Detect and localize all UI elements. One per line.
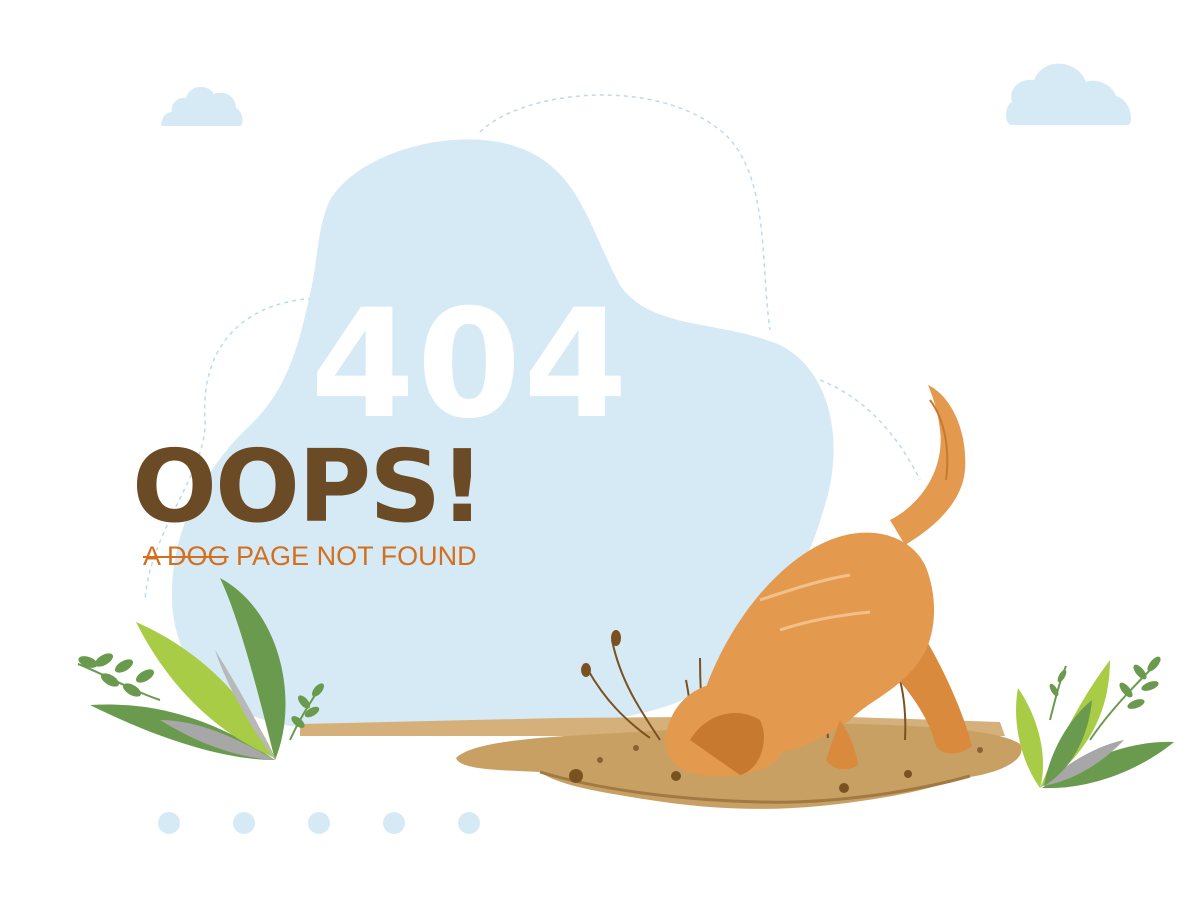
cloud-icon — [1006, 63, 1132, 125]
pagination-dot[interactable] — [233, 812, 255, 834]
message-text: PAGE NOT FOUND — [236, 541, 477, 571]
pagination-dot[interactable] — [458, 812, 480, 834]
dashed-outline-right — [819, 379, 921, 481]
cloud-icon — [161, 86, 243, 126]
error-message: A DOG PAGE NOT FOUND — [143, 540, 477, 572]
struck-text: A DOG — [143, 541, 229, 571]
pagination-dot[interactable] — [158, 812, 180, 834]
leaf-icon — [1016, 656, 1174, 789]
pagination-dot[interactable] — [383, 812, 405, 834]
headline: OOPS! — [132, 428, 485, 545]
pagination-dot[interactable] — [308, 812, 330, 834]
error-code: 404 — [310, 278, 630, 452]
